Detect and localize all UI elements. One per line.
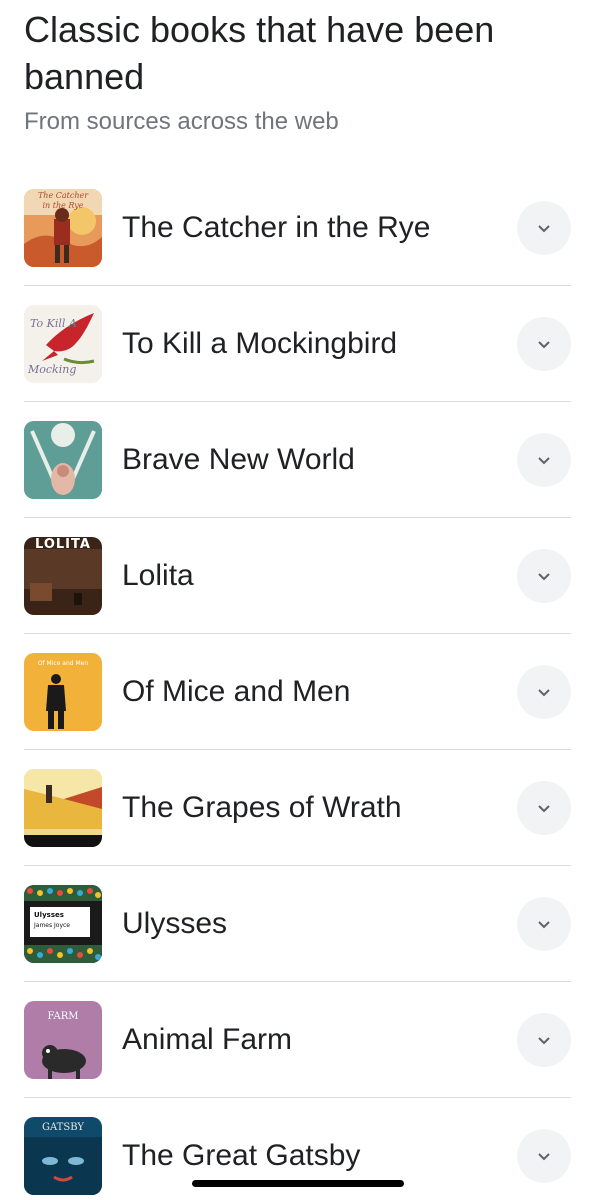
svg-text:LOLITA: LOLITA <box>35 537 91 552</box>
svg-text:FARM: FARM <box>47 1011 78 1022</box>
expand-button[interactable] <box>517 780 571 835</box>
svg-text:Ulysses: Ulysses <box>34 911 64 919</box>
svg-text:To Kill A: To Kill A <box>30 317 77 330</box>
page: Classic books that have been banned From… <box>0 0 595 1200</box>
book-title: Ulysses <box>122 906 228 940</box>
brave-new-world-cover <box>24 420 102 499</box>
chevron-down-icon <box>538 804 550 812</box>
catcher-cover: The Catcher in the Rye <box>24 188 102 267</box>
grapes-of-wrath-cover <box>24 768 102 847</box>
chevron-down-icon <box>538 572 550 580</box>
animal-farm-cover: FARM <box>24 1000 102 1079</box>
page-title: Classic books that have been banned <box>24 9 495 97</box>
book-cover-image: Of Mice and Men <box>24 652 102 731</box>
svg-text:in the Rye: in the Rye <box>42 201 83 210</box>
book-cover-image <box>24 768 102 847</box>
svg-text:Mocking: Mocking <box>27 363 76 376</box>
expand-button[interactable] <box>517 432 571 487</box>
list-item[interactable]: FARM Animal Farm <box>24 982 571 1098</box>
svg-text:Of Mice and Men: Of Mice and Men <box>38 660 89 667</box>
list-item[interactable]: Ulysses James Joyce Ulysses <box>24 866 571 982</box>
book-title: The Catcher in the Rye <box>122 210 431 244</box>
expand-button[interactable] <box>517 1012 571 1067</box>
svg-text:James Joyce: James Joyce <box>33 922 70 929</box>
book-title: To Kill a Mockingbird <box>122 326 398 360</box>
chevron-down-icon <box>538 456 550 464</box>
book-title: Of Mice and Men <box>122 674 351 708</box>
expand-button[interactable] <box>517 200 571 255</box>
book-cover-image: GATSBY <box>24 1117 102 1195</box>
expand-button[interactable] <box>517 1129 571 1183</box>
lolita-cover: LOLITA <box>24 536 102 615</box>
book-title: The Great Gatsby <box>122 1139 361 1172</box>
book-title: Brave New World <box>122 442 355 476</box>
book-list: The Catcher in the Rye The Catcher in th… <box>24 170 571 1200</box>
header: Classic books that have been banned From… <box>24 6 571 136</box>
list-item[interactable]: The Grapes of Wrath <box>24 750 571 866</box>
list-item[interactable]: To Kill A Mocking To Kill a Mockingbird <box>24 286 571 402</box>
book-title: Lolita <box>122 558 194 592</box>
expand-button[interactable] <box>517 548 571 603</box>
home-indicator[interactable] <box>192 1180 404 1187</box>
mockingbird-cover: To Kill A Mocking <box>24 304 102 383</box>
great-gatsby-cover: GATSBY <box>24 1117 102 1195</box>
chevron-down-icon <box>538 1153 550 1161</box>
chevron-down-icon <box>538 1036 550 1044</box>
book-cover-image <box>24 420 102 499</box>
svg-text:GATSBY: GATSBY <box>42 1122 84 1133</box>
list-item[interactable]: Of Mice and Men Of Mice and Men <box>24 634 571 750</box>
chevron-down-icon <box>538 224 550 232</box>
chevron-down-icon <box>538 688 550 696</box>
book-cover-image: The Catcher in the Rye <box>24 188 102 267</box>
book-cover-image: FARM <box>24 1000 102 1079</box>
mice-and-men-cover: Of Mice and Men <box>24 652 102 731</box>
expand-button[interactable] <box>517 316 571 371</box>
book-cover-image: LOLITA <box>24 536 102 615</box>
chevron-down-icon <box>538 920 550 928</box>
expand-button[interactable] <box>517 664 571 719</box>
list-item[interactable]: Brave New World <box>24 402 571 518</box>
ulysses-cover: Ulysses James Joyce <box>24 884 102 963</box>
book-title: The Grapes of Wrath <box>122 790 402 824</box>
page-subtitle: From sources across the web <box>24 108 339 135</box>
book-cover-image: Ulysses James Joyce <box>24 884 102 963</box>
expand-button[interactable] <box>517 896 571 951</box>
book-title: Animal Farm <box>122 1022 293 1056</box>
svg-text:The Catcher: The Catcher <box>38 191 89 200</box>
book-cover-image: To Kill A Mocking <box>24 304 102 383</box>
chevron-down-icon <box>538 340 550 348</box>
list-item[interactable]: The Catcher in the Rye The Catcher in th… <box>24 170 571 286</box>
list-item[interactable]: LOLITA Lolita <box>24 518 571 634</box>
